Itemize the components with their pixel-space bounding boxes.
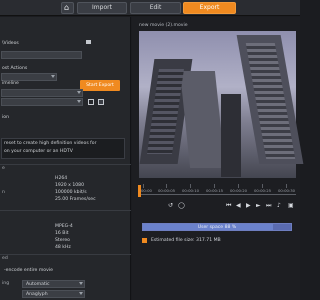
estimated-file-size: Estimated file size: 317.71 MB [151,238,221,243]
timecode-label: 00:00:10 [182,188,200,193]
timecode-label: 00:00 [141,188,152,193]
edit-preset-icon[interactable] [88,99,94,105]
stereo-mode-value: Anaglyph [26,292,48,297]
stereo-toggle-icon[interactable]: ◯ [178,202,185,210]
tab-import[interactable]: Import [77,2,127,14]
divider [0,164,131,165]
home-button[interactable]: ⌂ [61,2,74,14]
audio-channels: Stereo [55,238,70,243]
timecode-label: 00:00:30 [278,188,296,193]
chevron-down-icon [77,91,81,94]
loop-icon[interactable]: ↺ [168,202,173,210]
save-preset-icon[interactable] [98,99,104,105]
chevron-down-icon [79,282,83,285]
path-field[interactable] [1,51,82,59]
video-preview[interactable] [139,31,304,178]
user-space-label: User space 88 % [197,225,237,230]
video-resolution: 1920 x 1080 [55,183,85,188]
home-icon: ⌂ [64,3,70,12]
step-forward-icon[interactable]: ► [256,202,261,210]
export-settings-panel: \Videos ost Actions Start Export imeline… [0,17,131,300]
timecode-label: 00:00:25 [254,188,272,193]
post-actions-label: ost Actions [2,66,28,71]
step-back-icon[interactable]: ◀ [236,202,241,210]
timecode-label: 00:00:15 [206,188,224,193]
preview-panel: new movie (2).movie 00:00 00:00:05 00:00… [132,17,304,300]
file-size-swatch [142,238,147,243]
rendering-dropdown[interactable]: Automatic [22,280,85,288]
divider [0,254,131,255]
chevron-down-icon [77,100,81,103]
video-framerate: 25.00 Frames/sec [55,197,96,202]
chevron-down-icon [51,75,55,78]
start-export-button[interactable]: Start Export [80,80,120,91]
play-icon[interactable]: ▶ [246,202,251,210]
audio-rate: 48 kHz [55,245,71,250]
preset-dropdown[interactable] [1,98,83,106]
timecode-label: 00:00:05 [158,188,176,193]
advanced-title: ed [2,256,8,261]
video-codec: H264 [55,176,68,181]
rendering-label: ing [2,281,10,286]
timecode-label: 00:00:20 [230,188,248,193]
jump-end-icon[interactable]: ⏭ [266,202,271,210]
top-bar: ⌂ Import Edit Export [0,0,300,16]
tab-export[interactable]: Export [183,2,236,14]
stereo-mode-dropdown[interactable]: Anaglyph [22,290,85,298]
playback-controls: ↺ ◯ ⏮ ◀ ▶ ► ⏭ ♪ ▣ [138,201,296,213]
timeline-dropdown[interactable] [1,89,83,97]
building-shape [221,94,241,177]
volume-icon[interactable]: ♪ [277,202,281,210]
tab-edit[interactable]: Edit [130,2,181,14]
jump-start-icon[interactable]: ⏮ [226,202,231,210]
description-line-2: on your computer or an HDTV [4,149,73,154]
fullscreen-icon[interactable]: ▣ [288,202,294,210]
chevron-down-icon [79,292,83,295]
post-actions-dropdown[interactable] [1,73,57,81]
folder-icon[interactable] [86,40,91,44]
ruler-line [138,194,296,195]
video-section-label: e [2,166,5,171]
video-bitrate-label: n [2,190,5,195]
rendering-value: Automatic [26,282,50,287]
video-bitrate: 100000 kbit/s [55,190,87,195]
description-title: ion [2,115,9,120]
reencode-label[interactable]: -encode entire movie [4,268,53,273]
path-label: \Videos [2,41,19,46]
audio-codec: MPEG-4 [55,224,73,229]
user-space-bar: User space 88 % [142,223,292,231]
timeline-label: imeline [2,81,19,86]
description-line-1: reset to create high definition videos f… [4,141,97,146]
audio-bits: 16 Bit [55,231,69,236]
preview-title: new movie (2).movie [139,23,188,28]
divider [0,210,131,211]
